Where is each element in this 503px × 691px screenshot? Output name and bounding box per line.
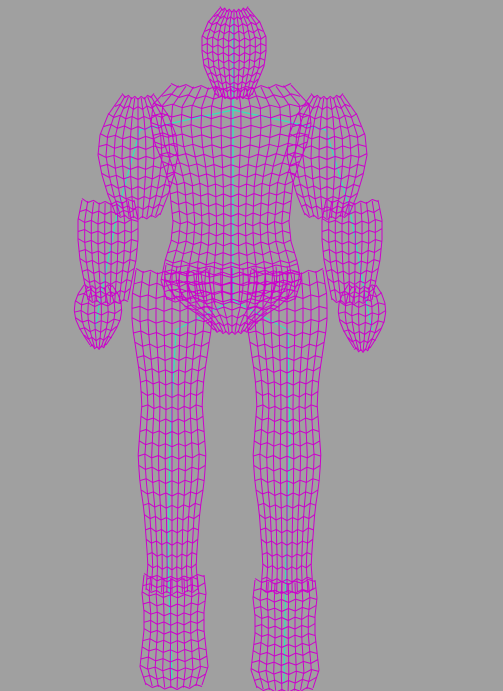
- mesh-meridian: [170, 85, 188, 302]
- mesh-ring: [85, 288, 131, 295]
- left-boot-mesh: [139, 573, 209, 690]
- left-shoulder-pad-mesh: [97, 93, 179, 220]
- mesh-meridian: [201, 574, 209, 686]
- mesh-ring: [353, 346, 371, 353]
- mesh-wireframe: [73, 6, 387, 691]
- mesh-ring: [81, 268, 135, 275]
- mesh-ring: [325, 198, 379, 205]
- helmet-mesh: [201, 6, 267, 100]
- mesh-ring: [140, 655, 208, 663]
- mesh-meridian: [182, 577, 186, 688]
- mesh-meridian: [154, 576, 159, 687]
- mesh-meridian: [312, 579, 320, 689]
- mesh-ring: [256, 686, 314, 691]
- mesh-meridian: [358, 287, 362, 351]
- mesh-ring: [143, 628, 205, 635]
- right-hand-mesh: [337, 283, 387, 353]
- mesh-ring: [329, 288, 375, 295]
- mesh-ring: [322, 248, 382, 255]
- mesh-ring: [142, 637, 206, 645]
- mesh-ring: [89, 343, 107, 350]
- mesh-meridian: [109, 202, 112, 304]
- mesh-ring: [78, 248, 138, 255]
- mesh-ring: [139, 664, 209, 672]
- mesh-ring: [77, 218, 139, 225]
- mesh-meridian: [353, 202, 356, 304]
- mesh-meridian: [306, 580, 312, 690]
- mesh-ring: [321, 228, 383, 235]
- mesh-meridian: [293, 582, 297, 691]
- mesh-ring: [143, 609, 205, 617]
- mesh-ring: [77, 228, 139, 235]
- mesh-meridian: [176, 577, 179, 689]
- mesh-ring: [323, 258, 381, 265]
- mesh-meridian: [169, 577, 172, 689]
- mesh-ring: [142, 600, 206, 608]
- mesh-meridian: [280, 582, 283, 691]
- 3d-viewport[interactable]: [0, 0, 503, 691]
- wireframe-model[interactable]: [0, 0, 503, 691]
- mesh-ring: [143, 618, 205, 626]
- mesh-ring: [142, 673, 206, 681]
- mesh-ring: [253, 677, 317, 684]
- mesh-ring: [83, 278, 133, 285]
- mesh-meridian: [250, 579, 258, 689]
- mesh-meridian: [274, 85, 292, 302]
- mesh-meridian: [139, 574, 147, 686]
- mesh-ring: [327, 278, 377, 285]
- mesh-ring: [141, 646, 207, 654]
- mesh-meridian: [237, 87, 242, 303]
- mesh-ring: [321, 238, 383, 245]
- mesh-ring: [145, 683, 203, 690]
- mesh-meridian: [348, 202, 351, 304]
- mesh-meridian: [273, 582, 277, 691]
- mesh-ring: [254, 578, 316, 585]
- mesh-ring: [251, 659, 319, 666]
- mesh-ring: [142, 582, 206, 590]
- mesh-ring: [250, 668, 320, 675]
- mesh-ring: [325, 268, 379, 275]
- mesh-meridian: [162, 577, 166, 688]
- torso-mesh: [150, 83, 312, 305]
- right-shoulder-pad-mesh: [286, 93, 368, 220]
- mesh-ring: [77, 238, 139, 245]
- mesh-meridian: [195, 575, 201, 687]
